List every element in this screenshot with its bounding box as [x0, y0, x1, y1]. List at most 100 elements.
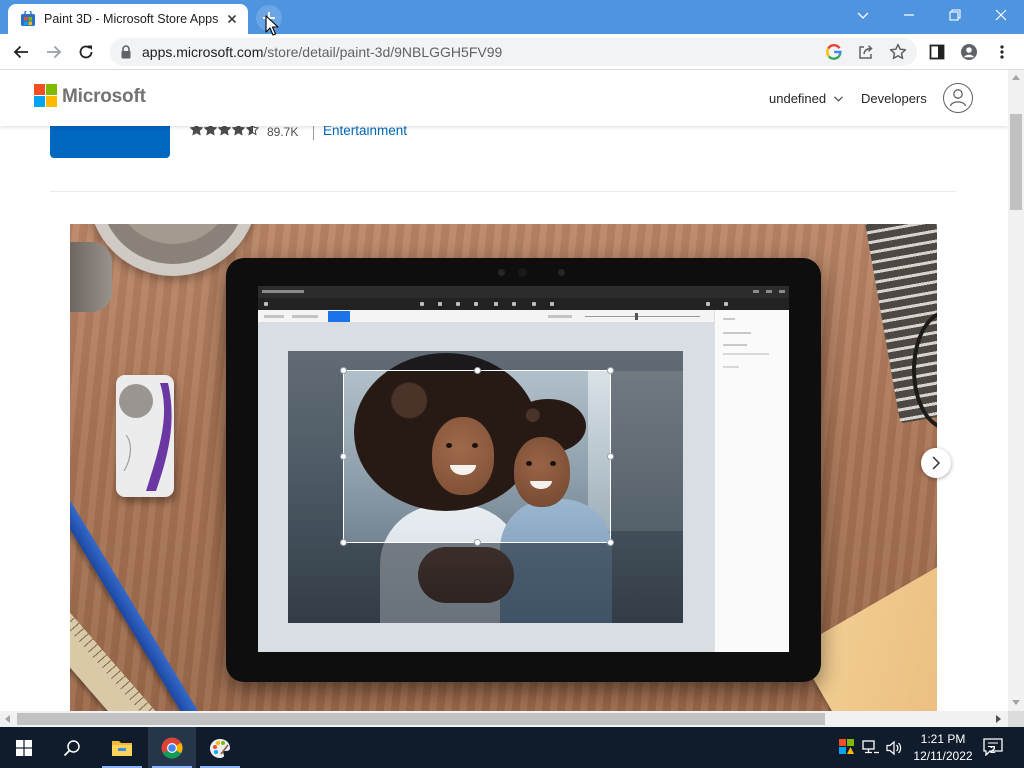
share-button[interactable] — [856, 42, 876, 62]
forward-button[interactable] — [40, 38, 68, 66]
photo-canvas — [288, 351, 683, 623]
scroll-up-arrow-icon[interactable] — [1012, 75, 1020, 80]
bookmark-star-button[interactable] — [888, 42, 908, 62]
paint-3d-app-screen — [258, 286, 789, 652]
start-button[interactable] — [0, 727, 48, 768]
windows-security-icon[interactable] — [839, 739, 855, 755]
text-icon — [494, 302, 498, 306]
zoom-slider — [585, 313, 700, 320]
star-icon — [889, 43, 907, 60]
window-control-placeholder — [779, 290, 785, 293]
vertical-scrollbar[interactable] — [1008, 70, 1024, 711]
browser-menu-button[interactable] — [988, 38, 1016, 66]
paste-icon — [706, 302, 710, 306]
volume-icon[interactable] — [886, 740, 902, 756]
tab-search-button[interactable] — [840, 0, 886, 30]
microsoft-logo[interactable] — [34, 84, 58, 108]
vertical-scroll-thumb[interactable] — [1010, 114, 1022, 210]
nav-dropdown[interactable]: undefined — [769, 90, 843, 106]
address-bar[interactable]: apps.microsoft.com/store/detail/paint-3d… — [110, 38, 917, 66]
screenshot-carousel-image[interactable] — [70, 224, 937, 711]
window-control-placeholder — [766, 290, 772, 293]
restore-icon — [949, 9, 961, 21]
scrollbar-corner — [1008, 711, 1024, 727]
crop-handle — [474, 367, 481, 374]
google-lens-icon — [826, 43, 842, 60]
more-vert-icon — [1000, 45, 1004, 59]
forward-arrow-icon — [47, 45, 62, 59]
back-button[interactable] — [7, 38, 35, 66]
tab-strip: Paint 3D - Microsoft Store Apps — [0, 0, 1024, 34]
brand-name[interactable]: Microsoft — [62, 86, 146, 108]
ribbon-item-placeholder — [292, 315, 318, 318]
reload-button[interactable] — [72, 38, 100, 66]
minimize-icon — [904, 14, 914, 16]
brush-icon — [420, 302, 424, 306]
rating-count: 89.7K — [267, 125, 299, 139]
taskbar-search-button[interactable] — [48, 727, 96, 768]
url-path: /store/detail/paint-3d/9NBLGGH5FV99 — [263, 44, 503, 60]
horizontal-scrollbar[interactable] — [0, 711, 1008, 727]
panel-text-placeholder — [723, 353, 769, 355]
side-panel-button[interactable] — [923, 38, 951, 66]
lock-icon[interactable] — [120, 45, 132, 59]
taskbar-chrome[interactable] — [148, 727, 196, 768]
crop-handle — [607, 539, 614, 546]
sign-in-avatar-button[interactable] — [943, 83, 973, 113]
undo-icon — [724, 302, 728, 306]
tab-paint-3d[interactable]: Paint 3D - Microsoft Store Apps — [8, 4, 248, 34]
taskbar-paint-3d[interactable] — [196, 727, 244, 768]
ribbon-item-placeholder — [264, 315, 284, 318]
minimize-button[interactable] — [886, 0, 932, 30]
photo-hugging-arm — [418, 547, 514, 603]
close-icon — [995, 9, 1007, 21]
profile-icon — [961, 44, 977, 60]
scroll-right-arrow-icon[interactable] — [996, 715, 1001, 723]
microsoft-store-icon — [20, 11, 36, 27]
tab-title: Paint 3D - Microsoft Store Apps — [44, 12, 219, 26]
chevron-down-icon — [833, 95, 843, 102]
scroll-down-arrow-icon[interactable] — [1012, 700, 1020, 705]
tablet-device — [226, 258, 821, 682]
paint-3d-side-panel — [714, 310, 789, 652]
clock-time: 1:21 PM — [920, 732, 966, 746]
desk-lamp-base-illustration — [70, 242, 112, 312]
notification-center-button[interactable]: 2 — [982, 737, 1004, 759]
browser-window: Paint 3D - Microsoft Store Apps apps.mic… — [0, 0, 1024, 768]
chevron-down-icon — [857, 12, 869, 19]
windows-start-icon — [16, 740, 32, 756]
paint-3d-icon — [210, 739, 230, 758]
restore-button[interactable] — [932, 0, 978, 30]
url-host: apps.microsoft.com — [142, 44, 264, 60]
profile-button[interactable] — [955, 38, 983, 66]
panel-text-placeholder — [723, 332, 751, 334]
tablet-sensor — [558, 269, 565, 276]
site-header: Microsoft undefined Developers — [0, 70, 1008, 126]
file-explorer-icon — [112, 741, 132, 756]
google-lens-button[interactable] — [824, 42, 844, 62]
shapes-3d-icon — [456, 302, 460, 306]
zoom-label-placeholder — [548, 315, 572, 318]
mouse-cursor-icon — [265, 15, 279, 36]
panel-text-placeholder — [723, 344, 747, 346]
page-viewport[interactable]: Microsoft undefined Developers 89.7K Ent… — [0, 70, 1008, 711]
side-panel-icon — [929, 44, 945, 60]
close-tab-button[interactable] — [224, 11, 240, 27]
paint-3d-ribbon — [258, 310, 714, 323]
shapes-icon — [438, 302, 442, 306]
network-icon[interactable] — [862, 740, 880, 756]
share-icon — [859, 45, 873, 59]
section-divider — [50, 191, 956, 192]
tablet-sensor — [498, 269, 505, 276]
close-window-button[interactable] — [978, 0, 1024, 30]
tablet-camera — [518, 268, 527, 277]
close-icon — [227, 14, 237, 24]
scroll-left-arrow-icon[interactable] — [5, 715, 10, 723]
horizontal-scroll-thumb[interactable] — [17, 713, 825, 725]
developers-link[interactable]: Developers — [861, 91, 927, 106]
url-text[interactable]: apps.microsoft.com/store/detail/paint-3d… — [142, 44, 502, 60]
panel-text-placeholder — [723, 318, 735, 320]
taskbar-clock[interactable]: 1:21 PM 12/11/2022 — [908, 731, 978, 765]
carousel-next-button[interactable] — [921, 448, 951, 478]
taskbar-file-explorer[interactable] — [98, 727, 146, 768]
